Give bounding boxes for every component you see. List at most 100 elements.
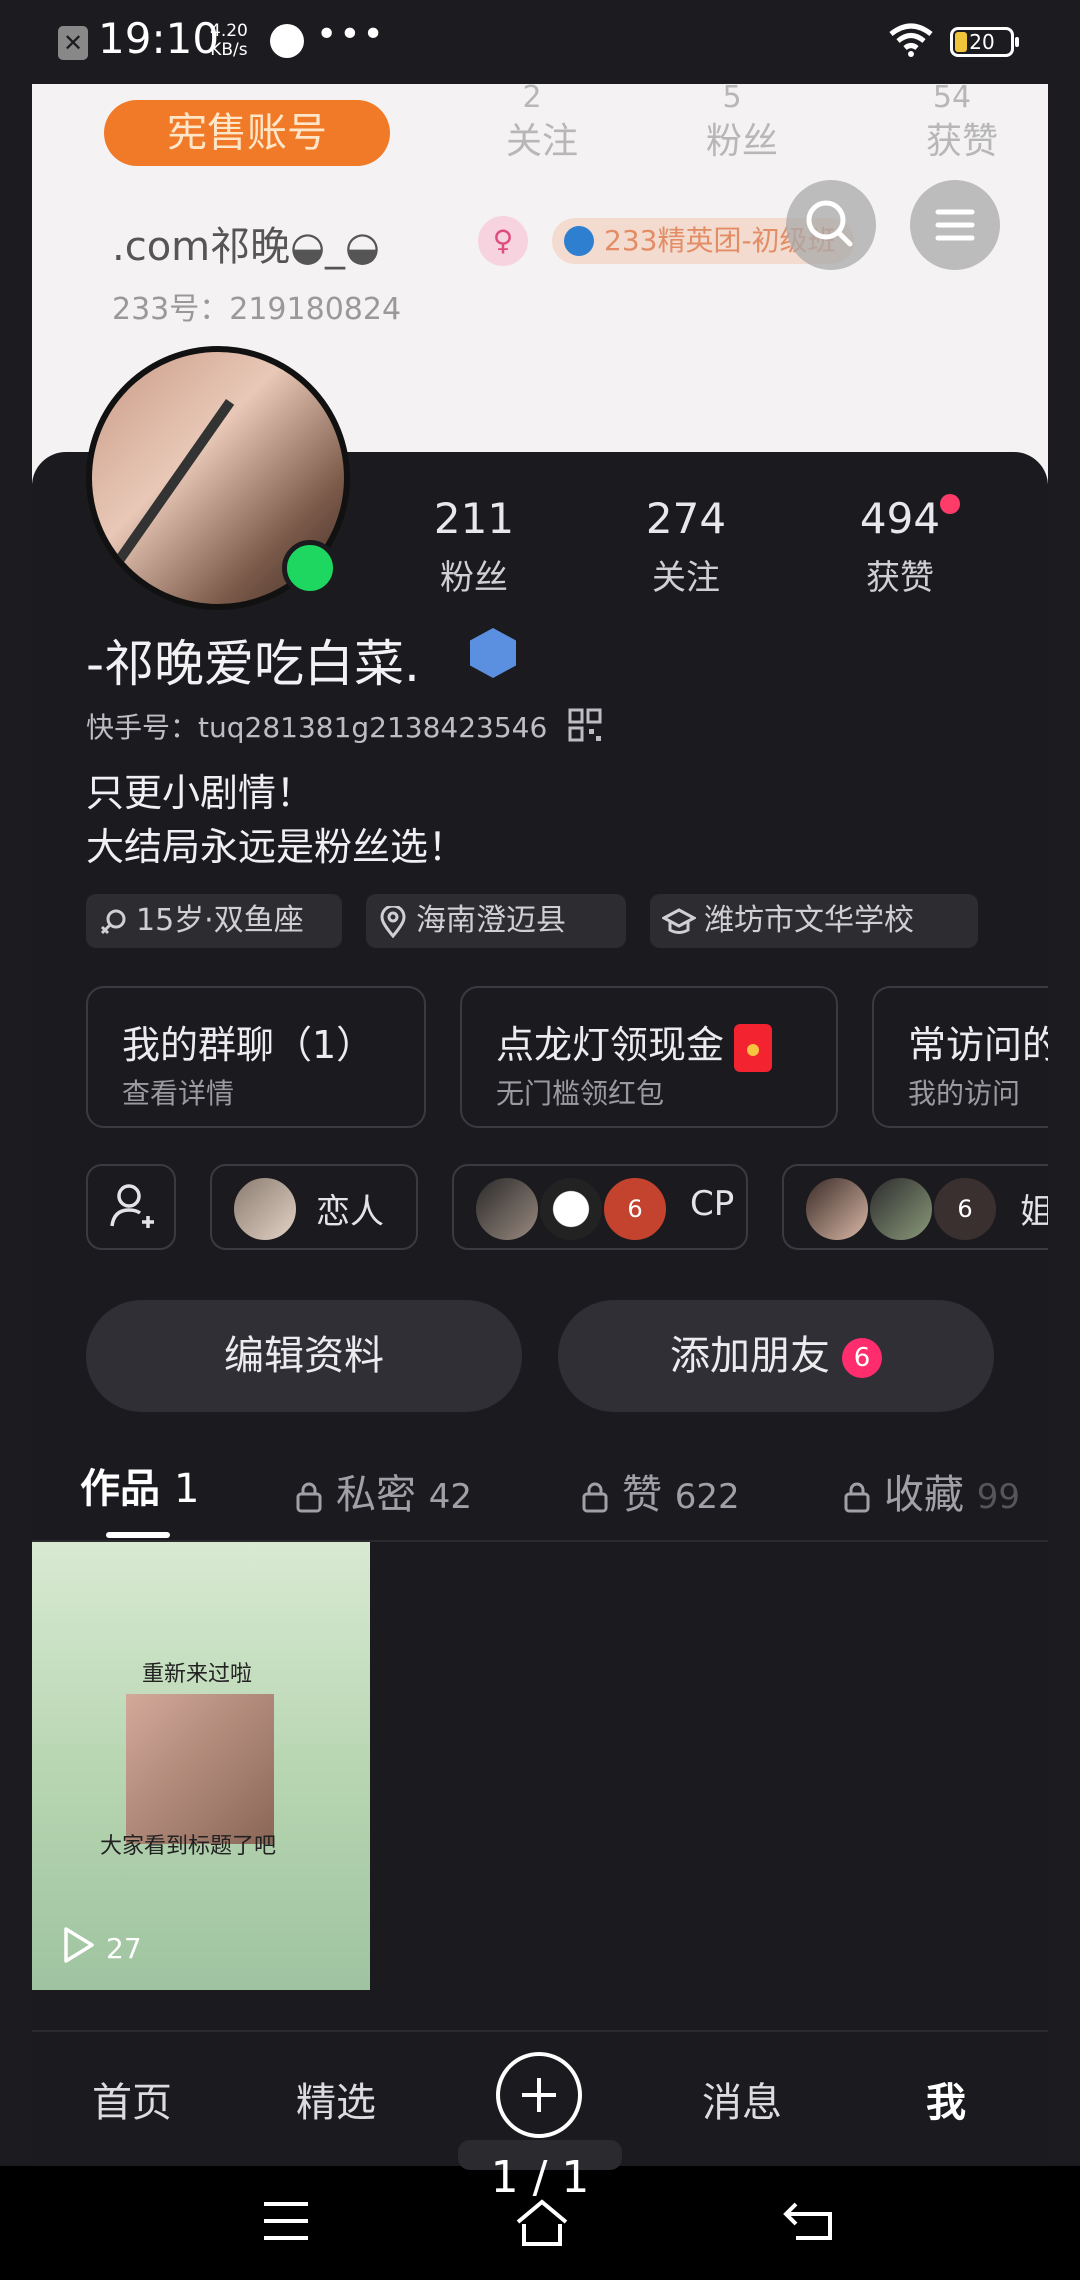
add-friends-label: 添加朋友: [670, 1333, 830, 1379]
add-relation-button[interactable]: [86, 1164, 176, 1250]
banner-stat-label: 获赞: [925, 121, 998, 162]
dragon-lantern-card[interactable]: 点龙灯领现金 无门槛领红包: [460, 986, 838, 1128]
status-time: 19:10: [98, 14, 220, 63]
lock-icon: [582, 1482, 608, 1513]
add-friends-badge: 6: [842, 1338, 882, 1378]
wifi-icon: [889, 23, 933, 57]
lock-icon: [296, 1482, 322, 1513]
screen-edge-right: [1048, 84, 1080, 2164]
card-subtitle: 无门槛领红包: [496, 1077, 665, 1110]
more-notifications-icon: •••: [316, 14, 386, 55]
play-count: 27: [106, 1932, 142, 1965]
relation-count: 6: [932, 1176, 998, 1242]
following-label[interactable]: 关注: [616, 550, 756, 599]
home-icon[interactable]: [514, 2198, 570, 2248]
menu-button[interactable]: [910, 180, 1000, 270]
search-button[interactable]: [786, 180, 876, 270]
bio-line: 只更小剧情！: [86, 771, 315, 815]
video-thumbnail[interactable]: 重新来过啦 大家看到标题了吧 27: [32, 1542, 370, 1990]
back-icon[interactable]: [780, 2198, 836, 2244]
banner-name: .com祁晚◒_◒: [112, 224, 380, 270]
age-zodiac-chip[interactable]: 15岁·双鱼座: [86, 894, 342, 948]
followers-label[interactable]: 粉丝: [404, 550, 544, 599]
chip-label: 潍坊市文华学校: [704, 903, 914, 938]
page-indicator: 1 / 1: [490, 2152, 590, 2203]
banner-stat-label: 粉丝: [705, 121, 778, 162]
school-icon: [660, 907, 698, 934]
card-subtitle: 我的访问: [908, 1077, 1021, 1110]
speedometer-icon: [270, 24, 304, 58]
relation-avatar: [868, 1176, 934, 1242]
location-chip[interactable]: 海南澄迈县: [366, 894, 626, 948]
publish-button[interactable]: [496, 2052, 582, 2138]
likes-notification-dot: [940, 494, 960, 514]
notification-close-icon: ✕: [58, 26, 88, 60]
school-chip[interactable]: 潍坊市文华学校: [650, 894, 978, 948]
sister-relation-chip[interactable]: 6 姐: [782, 1164, 1048, 1250]
net-speed-unit: KB/s: [210, 40, 248, 60]
card-subtitle: 查看详情: [122, 1077, 235, 1110]
tab-favorites[interactable]: 收藏 99: [844, 1462, 1040, 1520]
female-icon: ♀: [478, 216, 528, 266]
hamburger-menu-icon: [935, 209, 975, 241]
tab-works[interactable]: 作品 1: [80, 1456, 199, 1514]
battery-icon: 20: [950, 27, 1019, 57]
add-person-icon: [110, 1184, 154, 1228]
relation-label: CP: [690, 1184, 735, 1224]
qr-code-icon[interactable]: [568, 708, 602, 742]
cp-relation-chip[interactable]: 6 CP: [452, 1164, 748, 1250]
followers-count[interactable]: 211: [404, 494, 544, 543]
recent-apps-icon[interactable]: [260, 2198, 312, 2244]
kuaishou-id[interactable]: 快手号：tuq281381g2138423546: [86, 706, 547, 746]
banner-stat-num: 5: [722, 84, 742, 115]
group-chat-card[interactable]: 我的群聊（1） 查看详情: [86, 986, 426, 1128]
frequent-visits-card[interactable]: 常访问的 我的访问: [872, 986, 1048, 1128]
relation-label: 姐: [1020, 1184, 1048, 1233]
banner-id: 233号：219180824: [112, 292, 402, 327]
nav-home[interactable]: 首页: [72, 2070, 192, 2128]
banner-stat-num: 2: [522, 84, 542, 115]
tab-liked[interactable]: 赞 622: [582, 1462, 740, 1520]
relation-avatar: [538, 1176, 604, 1242]
gender-icon: [100, 909, 126, 934]
nav-featured[interactable]: 精选: [276, 2070, 396, 2128]
tab-count: 622: [674, 1477, 740, 1517]
relation-avatar: [232, 1176, 298, 1242]
location-pin-icon: [380, 904, 406, 938]
net-speed-value: 4.20: [210, 21, 248, 41]
red-packet-icon: [734, 1023, 773, 1072]
tab-count: 42: [428, 1477, 472, 1517]
lock-icon: [844, 1482, 870, 1513]
likes-label[interactable]: 获赞: [830, 550, 970, 599]
relation-label: 恋人: [316, 1192, 384, 1232]
card-title: 点龙灯领现金: [496, 1014, 773, 1072]
relation-avatar: [804, 1176, 870, 1242]
following-count[interactable]: 274: [616, 494, 756, 543]
card-title: 我的群聊（1）: [122, 1023, 375, 1067]
card-title-text: 点龙灯领现金: [496, 1023, 725, 1067]
nav-messages[interactable]: 消息: [682, 2070, 802, 2128]
tab-label: 收藏: [884, 1472, 964, 1518]
add-friends-button[interactable]: 添加朋友 6: [558, 1300, 994, 1412]
club-icon: [564, 226, 594, 256]
nickname: -祁晚爱吃白菜.: [86, 635, 420, 693]
relation-avatar: [474, 1176, 540, 1242]
nav-me[interactable]: 我: [886, 2070, 1006, 2128]
active-tab-indicator: [106, 1532, 170, 1538]
video-caption: 大家看到标题了吧: [100, 1834, 277, 1859]
tab-private[interactable]: 私密 42: [296, 1462, 472, 1520]
chip-label: 海南澄迈县: [416, 903, 566, 938]
edit-profile-button[interactable]: 编辑资料: [86, 1300, 522, 1412]
banner-stat-num: 54: [932, 84, 972, 115]
lover-relation-chip[interactable]: 恋人: [210, 1164, 418, 1250]
bio-line: 大结局永远是粉丝选！: [86, 825, 467, 869]
chip-label: 15岁·双鱼座: [136, 903, 304, 938]
battery-level: 20: [969, 30, 995, 54]
banner-tag: 宪售账号: [104, 100, 390, 166]
video-photo: [126, 1694, 274, 1844]
tab-label: 赞: [622, 1472, 662, 1518]
play-icon: [64, 1927, 94, 1963]
tab-label: 私密: [336, 1472, 416, 1518]
banner-stat-label: 关注: [505, 121, 578, 162]
tab-label: 作品: [80, 1466, 160, 1512]
